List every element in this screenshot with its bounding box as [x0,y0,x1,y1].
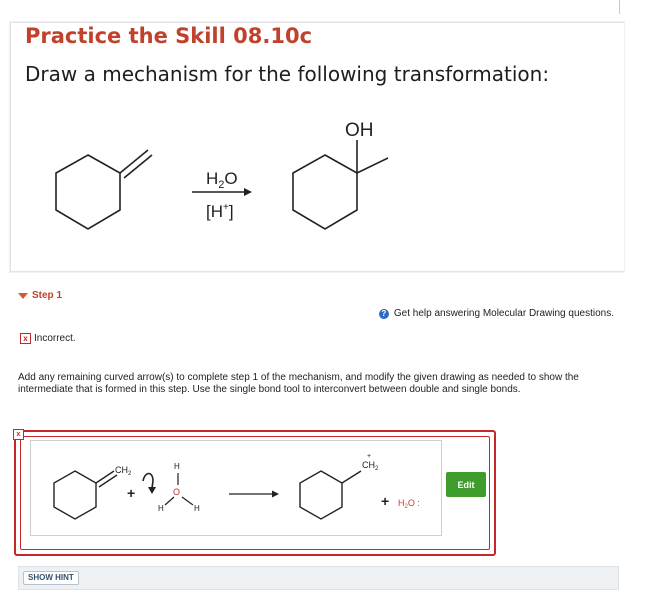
help-link[interactable]: ? Get help answering Molecular Drawing q… [378,308,614,319]
hydronium-h-top: H [174,462,180,471]
reaction-arrow: H2O [H+] [192,169,252,221]
carbocation-ch2: CH2 [362,460,379,472]
problem-title: Practice the Skill 08.10c [25,24,313,48]
alkene-ch2-label: CH [115,465,128,475]
drawing-area: x CH2 + H O H H CH2 + + H2O: Edit [13,429,496,556]
caret-down-icon [18,292,28,299]
plus-sign-left: + [127,485,135,501]
svg-text:[H+]: [H+] [206,202,234,221]
step-instructions: Add any remaining curved arrow(s) to com… [18,372,579,395]
water-product: H2O : [398,498,420,510]
water-product-o: O : [408,498,420,508]
molecule-canvas[interactable]: CH2 + H O H H CH2 + + H2O: [30,440,442,536]
step-label: Step 1 [32,290,63,301]
methylenecyclohexane [55,149,153,230]
problem-instructions: Draw a mechanism for the following trans… [25,62,550,86]
hydronium-h-left: H [158,504,164,513]
carbocation-ch2-sub: 2 [375,466,379,472]
carbocation [299,470,362,520]
top-bar [0,0,668,14]
left-molecule [53,470,118,520]
hydronium-h-right: H [194,504,200,513]
hydroxyl-label: OH [345,120,374,141]
reagent-water-o: O [224,169,237,188]
status-text: Incorrect. [34,333,76,344]
hint-bar: SHOW HINT [18,566,619,590]
curved-arrow-icon [142,472,154,489]
hydronium-o: O [173,487,180,497]
reagent-acid-close: ] [229,202,234,221]
top-divider [619,0,620,14]
carbocation-ch2-label: CH [362,460,375,470]
help-text: Get help answering Molecular Drawing que… [393,308,614,319]
mechanism-arrow-head [272,490,279,498]
close-icon[interactable]: x [13,429,24,440]
carbocation-charge: + [367,453,371,460]
status-incorrect: x Incorrect. [20,333,76,344]
reaction-scheme: H2O [H+] OH [55,120,389,230]
reagent-water: H [206,169,218,188]
edit-button[interactable]: Edit [446,472,486,497]
svg-text:H2O: H2O [206,169,238,191]
incorrect-icon: x [20,333,31,344]
help-icon: ? [378,308,389,319]
reagent-acid: [H [206,202,223,221]
step-toggle[interactable]: Step 1 [18,290,62,301]
plus-sign-right: + [381,493,389,509]
alkene-ch2: CH2 [115,465,132,477]
show-hint-button[interactable]: SHOW HINT [23,571,79,585]
methylcyclohexanol [292,140,389,230]
alkene-ch2-sub: 2 [128,471,132,477]
mechanism-drawing: CH2 + H O H H CH2 + + H2O: [53,453,420,520]
curved-arrow-head [148,487,156,494]
